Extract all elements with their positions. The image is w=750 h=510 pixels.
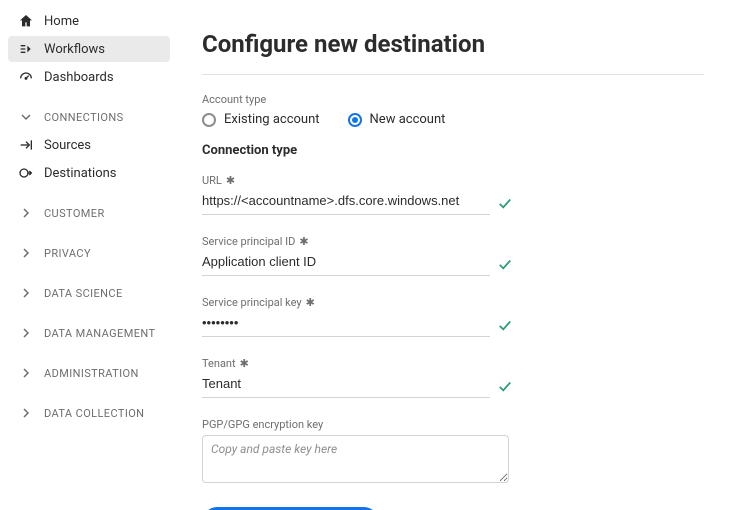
chevron-right-icon bbox=[18, 285, 34, 301]
cat-label: Privacy bbox=[44, 247, 91, 260]
field-pgp-key: PGP/GPG encryption key bbox=[202, 418, 704, 487]
chevron-right-icon bbox=[18, 245, 34, 261]
account-type-group: Existing account New account bbox=[202, 112, 704, 127]
field-service-principal-id: Service principal ID✱ bbox=[202, 235, 512, 276]
required-star-icon: ✱ bbox=[306, 297, 315, 308]
cat-label: Data Management bbox=[44, 327, 155, 340]
cat-privacy[interactable]: Privacy bbox=[8, 240, 170, 266]
radio-existing-account[interactable]: Existing account bbox=[202, 112, 320, 127]
cat-label: Data Science bbox=[44, 287, 123, 300]
service-principal-key-input[interactable] bbox=[202, 313, 490, 337]
nav-dashboards[interactable]: Dashboards bbox=[8, 64, 170, 90]
chevron-right-icon bbox=[18, 325, 34, 341]
main-panel: Configure new destination Account type E… bbox=[178, 0, 750, 510]
field-service-principal-key: Service principal key✱ bbox=[202, 296, 512, 337]
cat-data-management[interactable]: Data Management bbox=[8, 320, 170, 346]
cat-label: Data Collection bbox=[44, 407, 144, 420]
checkmark-icon bbox=[498, 196, 512, 210]
nav-sources[interactable]: Sources bbox=[8, 132, 170, 158]
tenant-input[interactable] bbox=[202, 374, 490, 398]
dashboards-icon bbox=[18, 69, 34, 85]
chevron-right-icon bbox=[18, 405, 34, 421]
field-label: Tenant✱ bbox=[202, 357, 512, 370]
nav-label: Dashboards bbox=[44, 70, 114, 85]
nav-destinations[interactable]: Destinations bbox=[8, 160, 170, 186]
cat-customer[interactable]: Customer bbox=[8, 200, 170, 226]
cat-label: Customer bbox=[44, 207, 105, 220]
cat-data-science[interactable]: Data Science bbox=[8, 280, 170, 306]
cat-connections[interactable]: Connections bbox=[8, 104, 170, 130]
nav-label: Home bbox=[44, 14, 79, 29]
checkmark-icon bbox=[498, 257, 512, 271]
page-title: Configure new destination bbox=[202, 30, 704, 58]
required-star-icon: ✱ bbox=[240, 358, 249, 369]
chevron-right-icon bbox=[18, 205, 34, 221]
nav-workflows[interactable]: Workflows bbox=[8, 36, 170, 62]
destinations-icon bbox=[18, 165, 34, 181]
field-tenant: Tenant✱ bbox=[202, 357, 512, 398]
cat-data-collection[interactable]: Data Collection bbox=[8, 400, 170, 426]
field-url: URL✱ bbox=[202, 174, 512, 215]
nav-home[interactable]: Home bbox=[8, 8, 170, 34]
connection-type-heading: Connection type bbox=[202, 143, 704, 158]
pgp-key-input[interactable] bbox=[202, 435, 509, 483]
checkmark-icon bbox=[498, 318, 512, 332]
field-label: URL✱ bbox=[202, 174, 512, 187]
cat-label: Administration bbox=[44, 367, 139, 380]
service-principal-id-input[interactable] bbox=[202, 252, 490, 276]
sources-icon bbox=[18, 137, 34, 153]
workflows-icon bbox=[18, 41, 34, 57]
required-star-icon: ✱ bbox=[226, 175, 235, 186]
chevron-right-icon bbox=[18, 365, 34, 381]
radio-icon bbox=[202, 113, 216, 127]
divider bbox=[202, 74, 704, 75]
radio-icon bbox=[348, 113, 362, 127]
nav-label: Sources bbox=[44, 138, 91, 153]
field-label: PGP/GPG encryption key bbox=[202, 418, 704, 431]
url-input[interactable] bbox=[202, 191, 490, 215]
checkmark-icon bbox=[498, 379, 512, 393]
nav-label: Destinations bbox=[44, 166, 117, 181]
cat-administration[interactable]: Administration bbox=[8, 360, 170, 386]
cat-label: Connections bbox=[44, 111, 124, 124]
subnav-connections: Sources Destinations bbox=[8, 132, 170, 186]
app-root: Home Workflows Dashboards Connections bbox=[0, 0, 750, 510]
required-star-icon: ✱ bbox=[299, 236, 308, 247]
chevron-down-icon bbox=[18, 109, 34, 125]
sidebar: Home Workflows Dashboards Connections bbox=[0, 0, 178, 510]
field-label: Service principal ID✱ bbox=[202, 235, 512, 248]
radio-label: Existing account bbox=[224, 112, 320, 127]
nav-label: Workflows bbox=[44, 42, 105, 57]
radio-new-account[interactable]: New account bbox=[348, 112, 446, 127]
radio-label: New account bbox=[370, 112, 446, 127]
field-label: Service principal key✱ bbox=[202, 296, 512, 309]
account-type-label: Account type bbox=[202, 93, 704, 106]
home-icon bbox=[18, 13, 34, 29]
